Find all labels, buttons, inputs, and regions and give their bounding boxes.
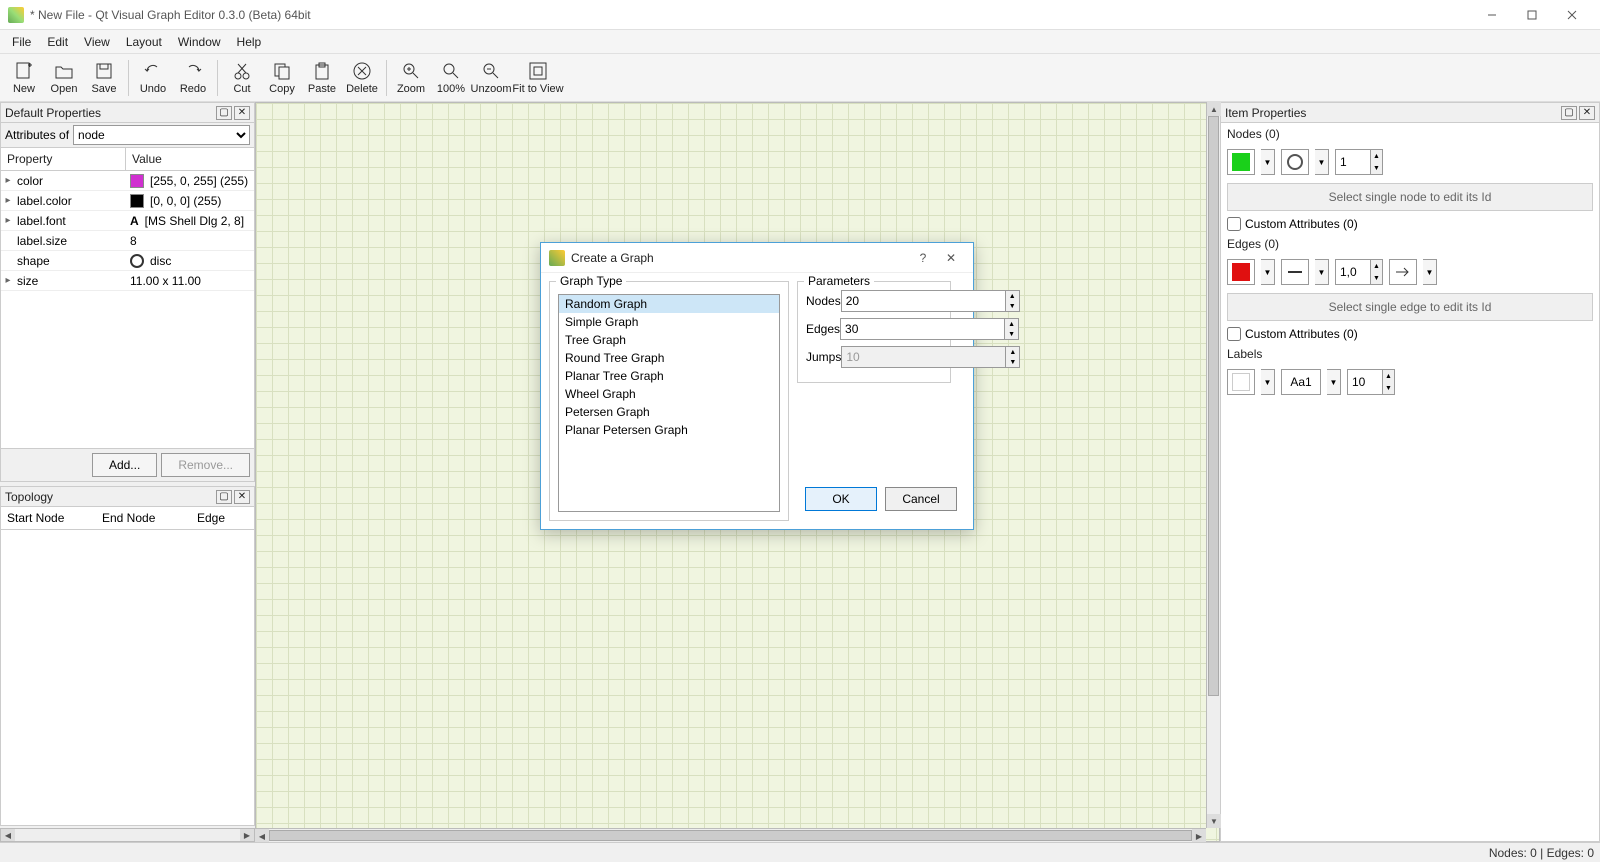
param-edges-label: Edges [806,322,840,336]
dialog-cancel-button[interactable]: Cancel [885,487,957,511]
spin-down-icon[interactable]: ▼ [1005,301,1019,311]
dialog-ok-button[interactable]: OK [805,487,877,511]
parameters-legend: Parameters [804,274,874,288]
graph-type-item[interactable]: Round Tree Graph [559,349,779,367]
param-nodes-label: Nodes [806,294,841,308]
graph-type-item[interactable]: Petersen Graph [559,403,779,421]
param-nodes-spinner[interactable]: ▲▼ [841,290,1020,312]
graph-type-item[interactable]: Random Graph [559,295,779,313]
param-jumps-spinner: ▲▼ [841,346,1020,368]
graph-type-item[interactable]: Planar Tree Graph [559,367,779,385]
graph-type-legend: Graph Type [556,274,626,288]
spin-up-icon[interactable]: ▲ [1004,319,1018,329]
parameters-fieldset: Parameters Nodes ▲▼ Edges ▲▼ Jumps ▲▼ [797,281,951,383]
dialog-close-button[interactable]: ✕ [937,246,965,270]
graph-type-item[interactable]: Wheel Graph [559,385,779,403]
spin-up-icon[interactable]: ▲ [1005,291,1019,301]
graph-type-item[interactable]: Simple Graph [559,313,779,331]
graph-type-item[interactable]: Planar Petersen Graph [559,421,779,439]
graph-type-fieldset: Graph Type Random Graph Simple Graph Tre… [549,281,789,521]
graph-type-item[interactable]: Tree Graph [559,331,779,349]
spin-down-icon[interactable]: ▼ [1004,329,1018,339]
graph-type-list[interactable]: Random Graph Simple Graph Tree Graph Rou… [558,294,780,512]
dialog-title: Create a Graph [571,251,909,265]
create-graph-dialog: Create a Graph ? ✕ Graph Type Random Gra… [540,242,974,530]
param-jumps-label: Jumps [806,350,841,364]
dialog-icon [549,250,565,266]
param-edges-spinner[interactable]: ▲▼ [840,318,1019,340]
spin-down-icon: ▼ [1005,357,1019,367]
dialog-backdrop: Create a Graph ? ✕ Graph Type Random Gra… [0,0,1600,862]
spin-up-icon: ▲ [1005,347,1019,357]
dialog-help-button[interactable]: ? [909,246,937,270]
